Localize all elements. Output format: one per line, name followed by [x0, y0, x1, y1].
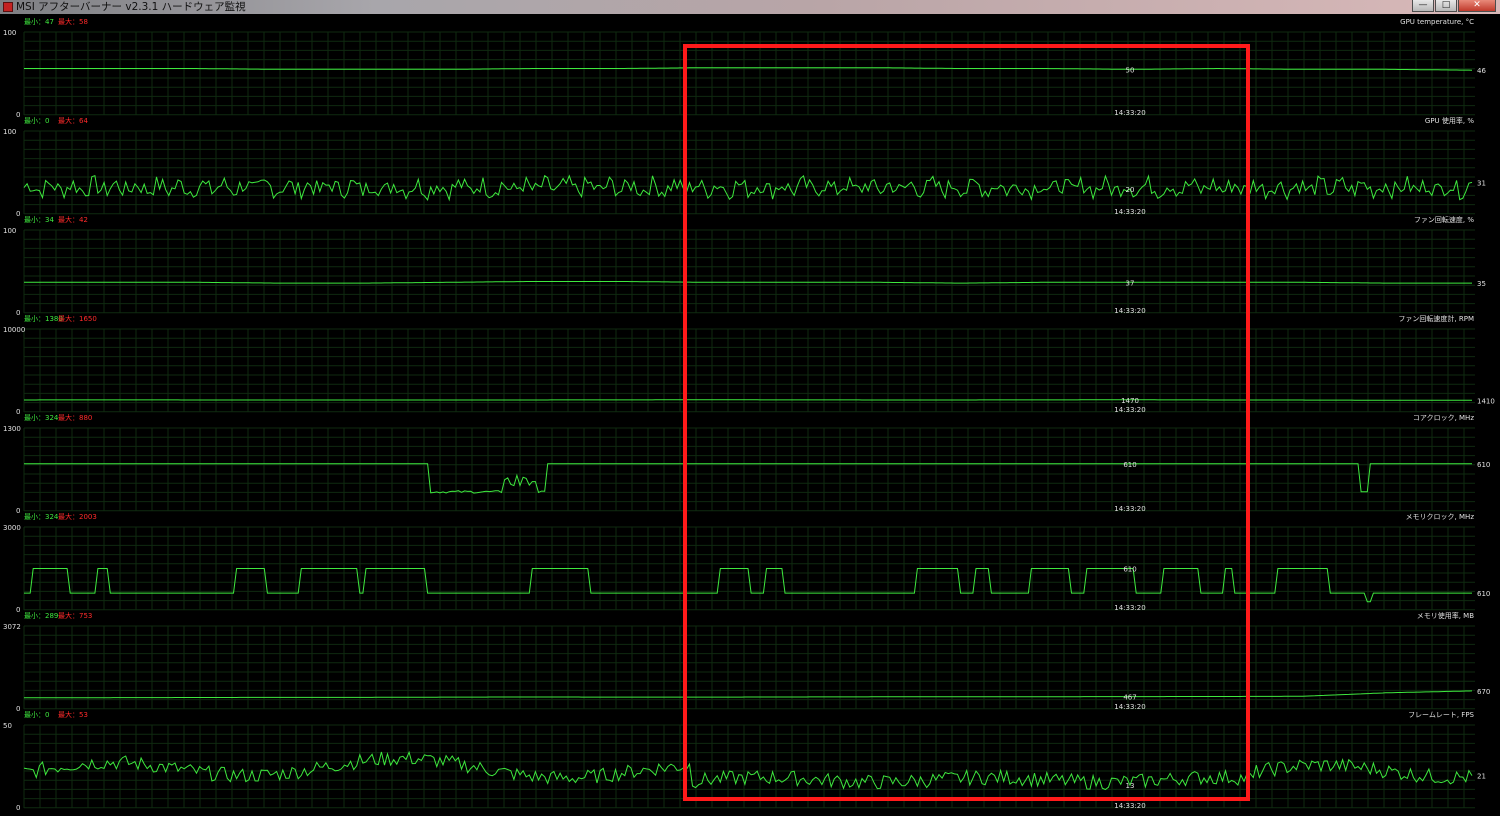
min-value-label: 最小：47 [24, 17, 54, 26]
axis-bottom-value: 0 [16, 309, 20, 317]
max-value-label: 最大：42 [58, 215, 88, 224]
minimize-button[interactable]: — [1412, 0, 1434, 12]
axis-bottom-value: 0 [16, 210, 20, 218]
close-button[interactable]: ✕ [1458, 0, 1496, 12]
axis-top-value: 3000 [3, 524, 21, 532]
current-value-label: 35 [1477, 280, 1486, 288]
axis-bottom-value: 0 [16, 507, 20, 515]
maximize-button[interactable]: □ [1435, 0, 1457, 12]
window-title: MSI アフターバーナー v2.3.1 ハードウェア監視 [16, 1, 246, 13]
current-value-label: 21 [1477, 773, 1486, 781]
min-value-label: 最小：289 [24, 611, 58, 620]
axis-top-value: 100 [3, 227, 16, 235]
min-value-label: 最小：1380 [24, 314, 63, 323]
current-value-label: 610 [1477, 590, 1490, 598]
current-value-label: 31 [1477, 179, 1486, 187]
axis-bottom-value: 0 [16, 111, 20, 119]
min-value-label: 最小：34 [24, 215, 54, 224]
graph-title: メモリクロック, MHz [1406, 513, 1475, 521]
window-controls: — □ ✕ [1412, 0, 1496, 12]
cursor-time-label: 14:33:20 [1114, 802, 1145, 810]
graph-title: コアクロック, MHz [1413, 414, 1474, 422]
current-value-label: 46 [1477, 67, 1486, 75]
axis-bottom-value: 0 [16, 606, 20, 614]
max-value-label: 最大：58 [58, 17, 88, 26]
axis-top-value: 50 [3, 722, 12, 730]
graph-title: フレームレート, FPS [1408, 711, 1474, 719]
axis-bottom-value: 0 [16, 705, 20, 713]
graph-title: GPU temperature, °C [1400, 18, 1474, 26]
current-value-label: 610 [1477, 461, 1490, 469]
min-value-label: 最小：0 [24, 116, 49, 125]
axis-top-value: 100 [3, 128, 16, 136]
graph-title: ファン回転速度, % [1414, 215, 1474, 224]
max-value-label: 最大：64 [58, 116, 88, 125]
graph-title: ファン回転速度計, RPM [1398, 314, 1474, 323]
min-value-label: 最小：324 [24, 512, 59, 521]
axis-bottom-value: 0 [16, 804, 20, 812]
axis-top-value: 10000 [3, 326, 25, 334]
max-value-label: 最大：880 [58, 413, 92, 422]
highlight-rectangle [683, 44, 1250, 801]
title-bar: MSI アフターバーナー v2.3.1 ハードウェア監視 — □ ✕ [0, 0, 1500, 14]
current-value-label: 670 [1477, 688, 1490, 696]
current-value-label: 1410 [1477, 397, 1495, 405]
msi-app-icon [3, 2, 13, 12]
max-value-label: 最大：2003 [58, 512, 97, 521]
axis-top-value: 3072 [3, 623, 21, 631]
max-value-label: 最大：53 [58, 710, 88, 719]
min-value-label: 最小：324 [24, 413, 59, 422]
axis-top-value: 1300 [3, 425, 21, 433]
graph-title: GPU 使用率, % [1425, 116, 1474, 125]
max-value-label: 最大：1650 [58, 314, 97, 323]
axis-bottom-value: 0 [16, 408, 20, 416]
axis-top-value: 100 [3, 29, 16, 37]
min-value-label: 最小：0 [24, 710, 49, 719]
graph-title: メモリ使用率, MB [1417, 611, 1474, 620]
max-value-label: 最大：753 [58, 611, 92, 620]
